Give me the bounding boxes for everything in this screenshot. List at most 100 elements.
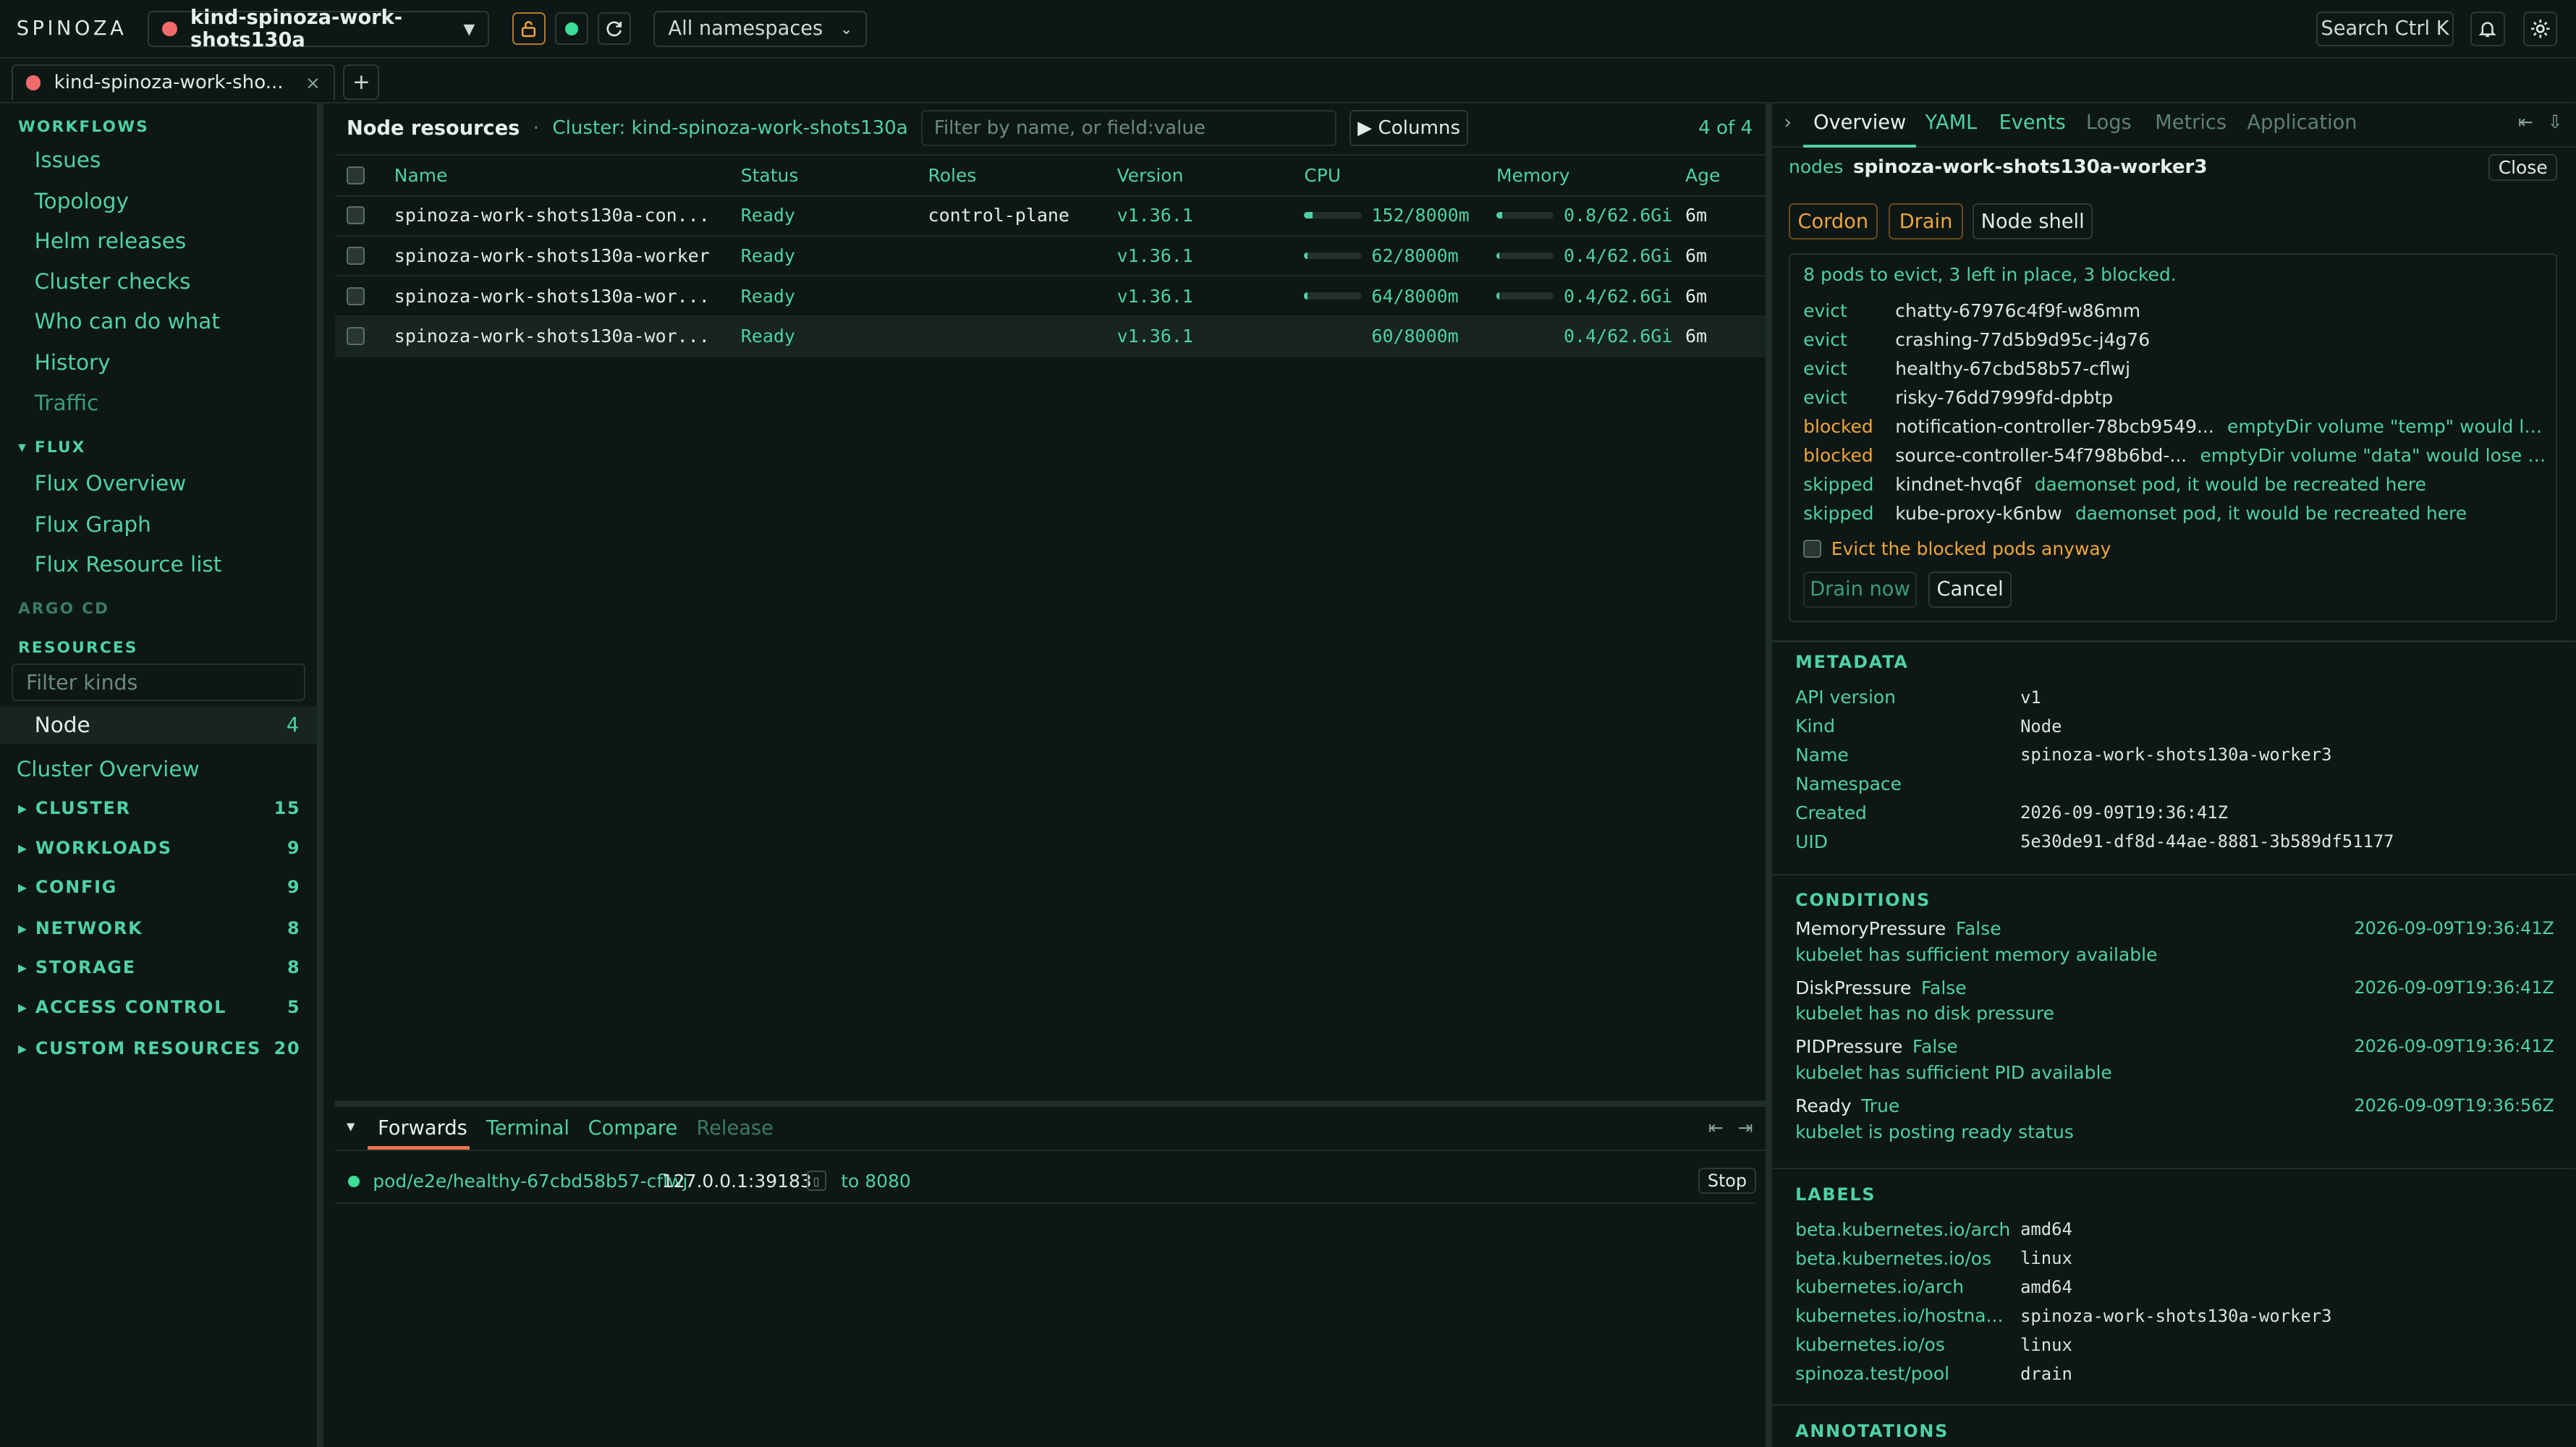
sidebar-item-node[interactable]: Node 4 xyxy=(0,706,318,744)
lock-button[interactable] xyxy=(512,12,546,46)
sidebar-item-who-can-do-what[interactable]: Who can do what xyxy=(35,309,220,334)
sidebar-item-flux-resource-list[interactable]: Flux Resource list xyxy=(35,552,222,577)
column-header-name[interactable]: Name xyxy=(394,156,448,195)
sidebar-item-cluster-checks[interactable]: Cluster checks xyxy=(35,269,191,294)
select-all-checkbox[interactable] xyxy=(346,166,365,185)
add-tab-button[interactable]: + xyxy=(343,64,380,101)
sidebar-item-flux-overview[interactable]: Flux Overview xyxy=(35,471,187,496)
sidebar-resize-handle[interactable] xyxy=(317,101,324,1447)
group-workloads[interactable]: ▸ WORKLOADS 9 xyxy=(18,838,300,858)
row-checkbox[interactable] xyxy=(346,327,365,346)
sidebar-item-cluster-overview[interactable]: Cluster Overview xyxy=(17,757,200,781)
stop-forward-button[interactable]: Stop xyxy=(1698,1167,1756,1194)
row-checkbox-wrap[interactable] xyxy=(346,317,365,356)
row-checkbox-wrap[interactable] xyxy=(346,236,365,275)
evict-anyway-option[interactable]: Evict the blocked pods anyway xyxy=(1803,538,2111,559)
settings-button[interactable] xyxy=(2522,11,2558,46)
node-shell-button[interactable]: Node shell xyxy=(1973,203,2093,240)
column-header-memory[interactable]: Memory xyxy=(1496,156,1570,195)
search-button[interactable]: Search Ctrl K xyxy=(2316,11,2454,46)
chevron-down-icon: ⌄ xyxy=(840,20,853,38)
cluster-tab[interactable]: kind-spinoza-work-sho... × xyxy=(11,64,336,101)
node-name[interactable]: spinoza-work-shots130a-wor... xyxy=(394,317,710,356)
sidebar-item-topology[interactable]: Topology xyxy=(35,189,129,213)
context-selector[interactable]: kind-spinoza-work-shots130a ▼ xyxy=(148,7,490,51)
label-value: spinoza-work-shots130a-worker3 xyxy=(2020,1305,2332,1326)
right-panel-resize-handle[interactable] xyxy=(1766,101,1773,1447)
tab-metrics[interactable]: Metrics xyxy=(2155,111,2227,134)
sidebar-item-traffic[interactable]: Traffic xyxy=(35,391,99,415)
row-checkbox[interactable] xyxy=(346,246,365,265)
table-row[interactable]: spinoza-work-shots130a-wor... Ready v1.36.… xyxy=(335,316,1766,358)
node-name[interactable]: spinoza-work-shots130a-worker xyxy=(394,236,710,275)
sidebar-item-history[interactable]: History xyxy=(35,350,111,375)
tab-application[interactable]: Application xyxy=(2247,111,2357,134)
node-name[interactable]: spinoza-work-shots130a-wor... xyxy=(394,276,710,315)
column-header-age[interactable]: Age xyxy=(1685,156,1720,195)
dock-left-icon[interactable]: ⇤ xyxy=(1708,1117,1724,1138)
group-config[interactable]: ▸ CONFIG 9 xyxy=(18,877,300,897)
tab-events[interactable]: Events xyxy=(1999,111,2066,134)
row-checkbox-wrap[interactable] xyxy=(346,276,365,315)
collapse-bottom-icon[interactable]: ▾ xyxy=(347,1117,355,1136)
sidebar-item-issues[interactable]: Issues xyxy=(35,148,101,172)
node-name[interactable]: spinoza-work-shots130a-con... xyxy=(394,195,710,234)
drain-now-button[interactable]: Drain now xyxy=(1803,571,1917,608)
sidebar-item-flux-graph[interactable]: Flux Graph xyxy=(35,512,151,537)
tab-release[interactable]: Release xyxy=(696,1117,773,1140)
bottom-panel-resize-handle[interactable] xyxy=(335,1100,1766,1107)
row-checkbox-wrap[interactable] xyxy=(346,195,365,234)
collapse-details-icon[interactable]: › xyxy=(1784,111,1792,134)
cluster-label: Cluster: kind-spinoza-work-shots130a xyxy=(552,117,908,140)
argo-cd-heading[interactable]: ARGO CD xyxy=(18,600,109,618)
close-details-button[interactable]: Close xyxy=(2488,154,2558,181)
resource-filter-input[interactable]: Filter by name, or field:value xyxy=(920,110,1337,147)
node-cpu: 62/8000m xyxy=(1304,236,1459,275)
tab-overview[interactable]: Overview xyxy=(1803,111,1918,148)
group-network[interactable]: ▸ NETWORK 8 xyxy=(18,918,300,938)
condition-type: MemoryPressure xyxy=(1795,917,1946,939)
sidebar-item-helm-releases[interactable]: Helm releases xyxy=(35,229,187,253)
label-row: beta.kubernetes.io/os linux xyxy=(1795,1244,2559,1273)
tab-forwards[interactable]: Forwards xyxy=(378,1117,467,1140)
flux-heading[interactable]: ▾ FLUX xyxy=(18,438,86,457)
group-access-control[interactable]: ▸ ACCESS CONTROL 5 xyxy=(18,997,300,1017)
tab-compare[interactable]: Compare xyxy=(588,1117,678,1140)
cancel-drain-button[interactable]: Cancel xyxy=(1928,571,2012,608)
memory-usage-bar xyxy=(1496,252,1554,259)
table-row[interactable]: spinoza-work-shots130a-wor... Ready v1.36.… xyxy=(335,276,1766,318)
row-checkbox[interactable] xyxy=(346,287,365,305)
copy-icon[interactable]: ▯ xyxy=(806,1171,826,1191)
columns-button[interactable]: ▶ Columns xyxy=(1350,110,1468,147)
dock-left-icon[interactable]: ⇤ xyxy=(2518,111,2533,132)
table-row[interactable]: spinoza-work-shots130a-con... Ready contro… xyxy=(335,195,1766,237)
drain-item-pod: kindnet-hvq6f xyxy=(1895,474,2022,496)
group-storage[interactable]: ▸ STORAGE 8 xyxy=(18,957,300,977)
node-cpu: 152/8000m xyxy=(1304,195,1470,234)
column-header-cpu[interactable]: CPU xyxy=(1304,156,1341,195)
cordon-button[interactable]: Cordon xyxy=(1789,203,1878,240)
connection-status-button[interactable] xyxy=(555,12,588,46)
drain-button[interactable]: Drain xyxy=(1889,203,1963,240)
refresh-button[interactable] xyxy=(598,12,631,46)
tab-yaml[interactable]: YAML xyxy=(1925,111,1977,134)
group-custom-resources[interactable]: ▸ CUSTOM RESOURCES 20 xyxy=(18,1038,300,1058)
row-checkbox[interactable] xyxy=(346,205,365,224)
close-icon[interactable]: × xyxy=(305,72,321,93)
notifications-button[interactable] xyxy=(2470,11,2505,46)
namespace-select[interactable]: All namespaces ⌄ xyxy=(653,10,868,47)
column-header-version[interactable]: Version xyxy=(1117,156,1184,195)
dock-right-icon[interactable]: ⇥ xyxy=(1738,1117,1753,1138)
table-row[interactable]: spinoza-work-shots130a-worker Ready v1.36.… xyxy=(335,236,1766,277)
filter-kinds-input[interactable]: Filter kinds xyxy=(11,663,306,702)
select-all-checkbox-wrap[interactable] xyxy=(346,156,365,195)
group-cluster[interactable]: ▸ CLUSTER 15 xyxy=(18,798,300,818)
column-header-roles[interactable]: Roles xyxy=(928,156,977,195)
tab-logs[interactable]: Logs xyxy=(2086,111,2132,134)
tab-terminal[interactable]: Terminal xyxy=(486,1117,569,1140)
condition-time: 2026-09-09T19:36:56Z xyxy=(2354,1095,2554,1116)
bottom-panel: ▾ Forwards Terminal Compare Release ⇤ ⇥ … xyxy=(335,1107,1766,1447)
evict-anyway-checkbox[interactable] xyxy=(1803,540,1822,559)
column-header-status[interactable]: Status xyxy=(741,156,799,195)
dock-bottom-icon[interactable]: ⇩ xyxy=(2548,111,2563,132)
